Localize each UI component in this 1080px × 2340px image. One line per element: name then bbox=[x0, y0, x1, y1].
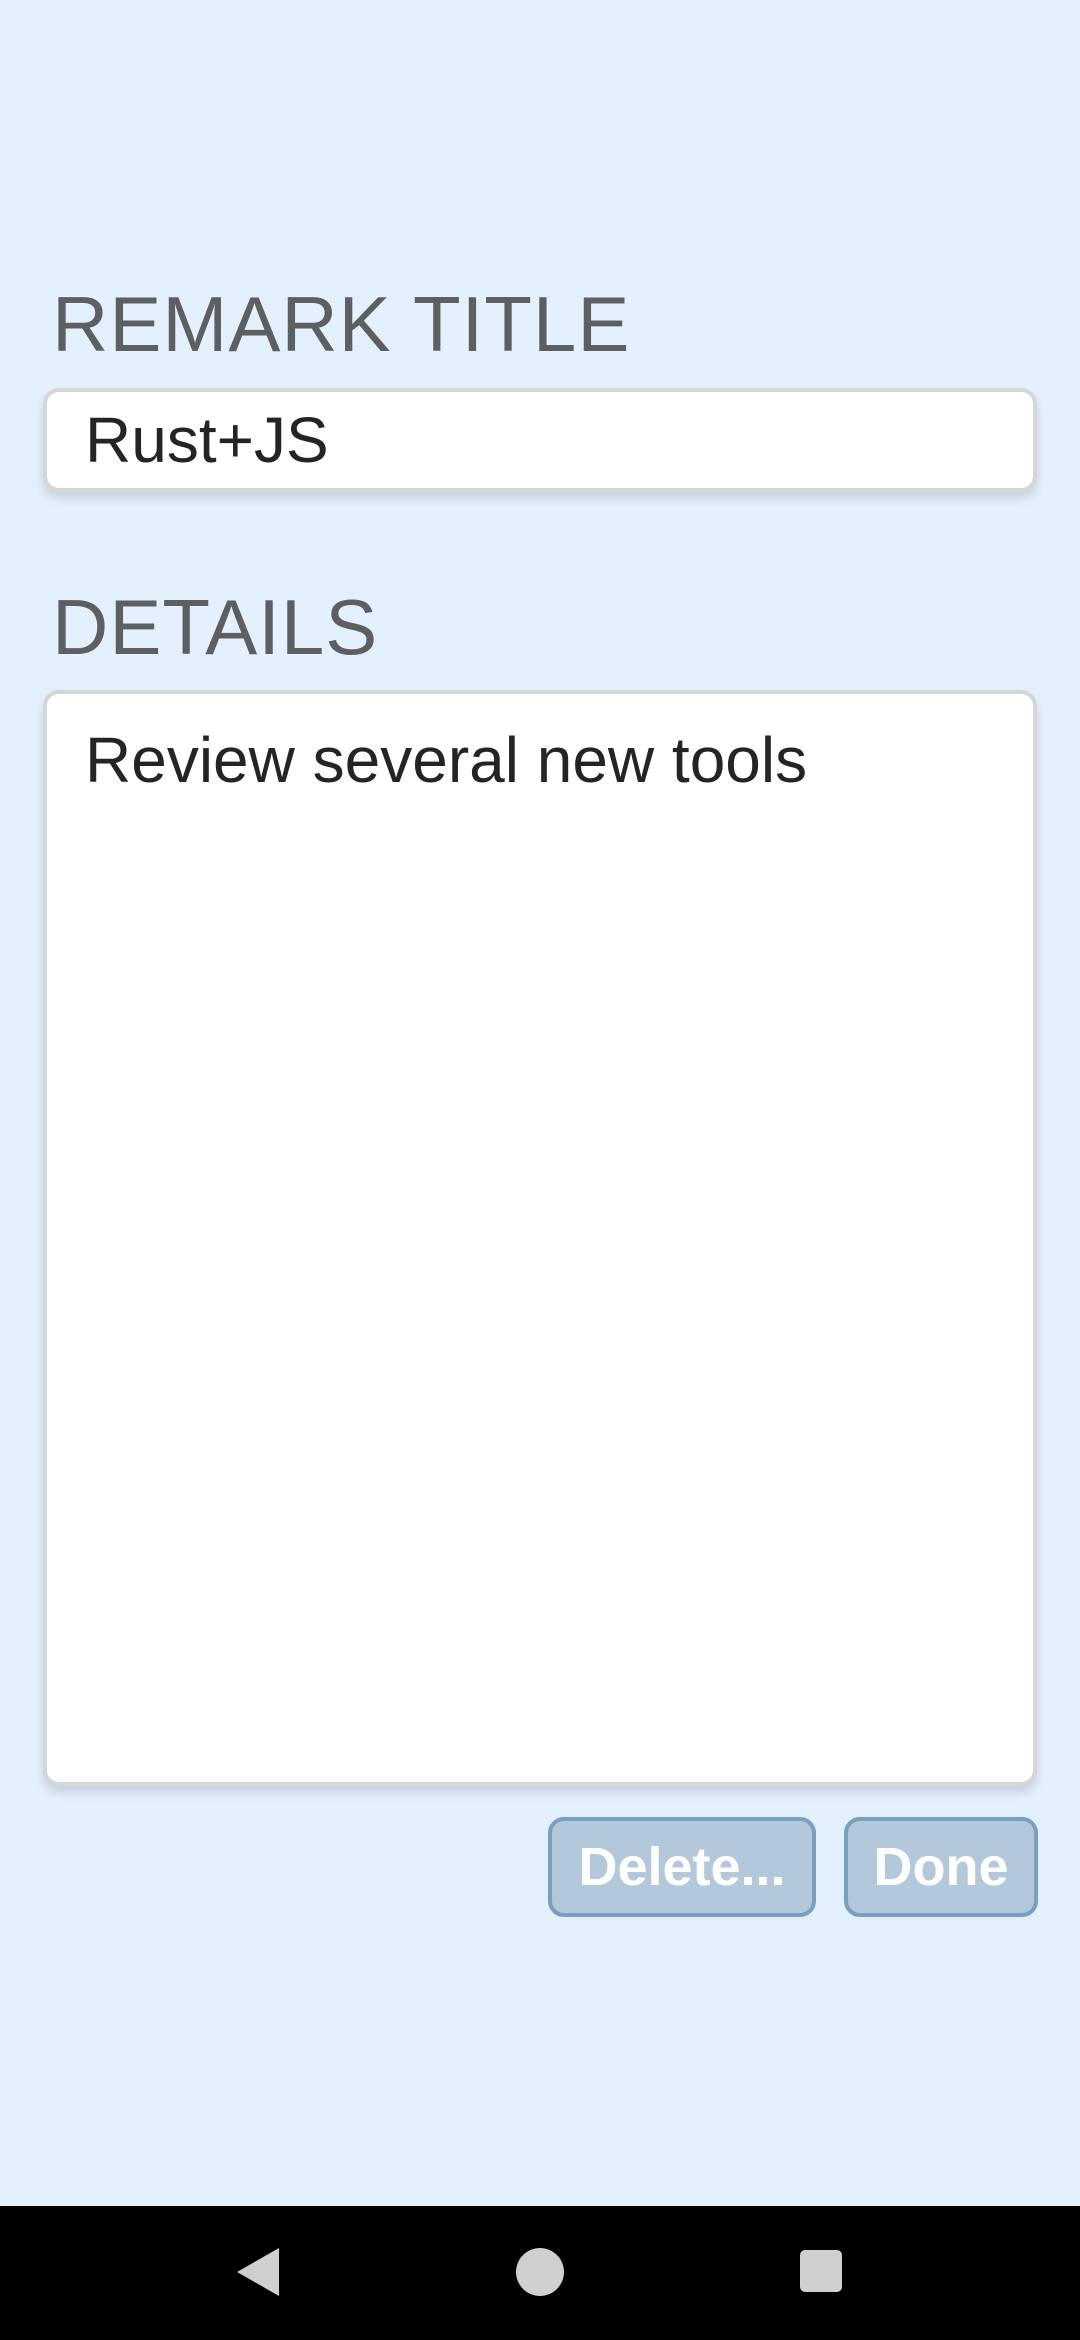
delete-button[interactable]: Delete... bbox=[548, 1817, 816, 1917]
home-icon[interactable] bbox=[516, 2248, 564, 2296]
done-button[interactable]: Done bbox=[844, 1817, 1038, 1917]
back-icon[interactable] bbox=[237, 2248, 279, 2296]
remark-title-input[interactable]: Rust+JS bbox=[43, 388, 1037, 492]
remark-title-label: REMARK TITLE bbox=[52, 280, 631, 368]
details-label: DETAILS bbox=[52, 583, 379, 671]
recent-apps-icon[interactable] bbox=[800, 2250, 842, 2292]
details-textarea[interactable]: Review several new tools bbox=[43, 690, 1037, 1786]
edit-remark-screen: REMARK TITLE Rust+JS DETAILS Review seve… bbox=[0, 0, 1080, 2340]
system-navigation-bar bbox=[0, 2206, 1080, 2340]
